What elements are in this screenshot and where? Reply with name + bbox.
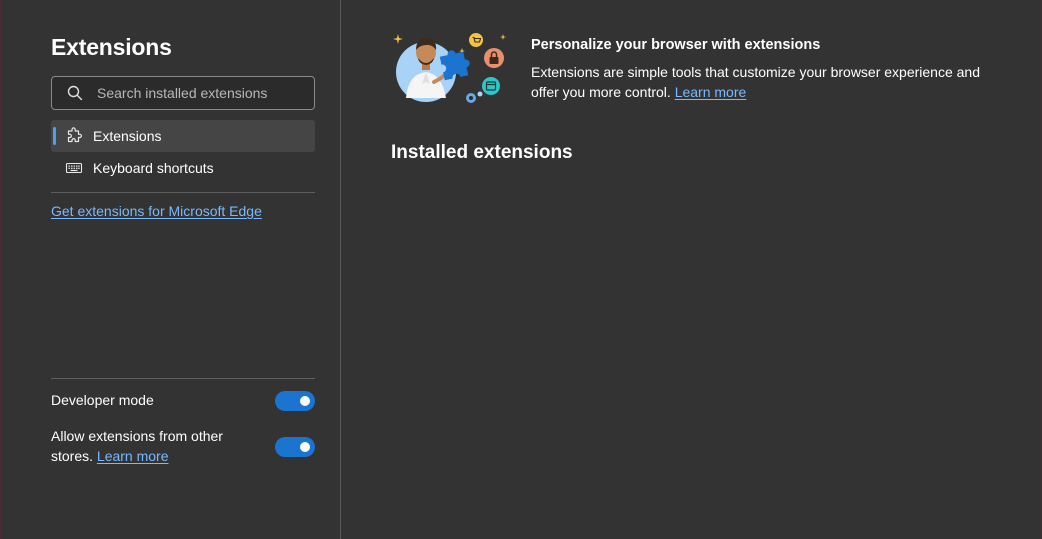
active-indicator: [53, 127, 56, 145]
other-stores-row: Allow extensions from other stores. Lear…: [51, 426, 315, 466]
sidebar-title: Extensions: [51, 34, 172, 60]
banner-description: Extensions are simple tools that customi…: [531, 62, 991, 102]
installed-extensions-heading: Installed extensions: [391, 142, 573, 163]
developer-mode-label: Developer mode: [51, 392, 154, 408]
banner-text: Extensions are simple tools that customi…: [531, 64, 980, 100]
banner-learn-more-link[interactable]: Learn more: [675, 84, 747, 100]
banner-title: Personalize your browser with extensions: [531, 37, 821, 53]
sidebar-divider: [51, 192, 315, 193]
keyboard-icon: [65, 159, 83, 177]
get-extensions-link[interactable]: Get extensions for Microsoft Edge: [51, 203, 262, 219]
other-stores-toggle[interactable]: [275, 437, 315, 457]
sidebar-divider: [51, 378, 315, 379]
puzzle-icon: [65, 127, 83, 145]
search-box[interactable]: [51, 76, 315, 110]
person-with-puzzle-illustration: [392, 28, 512, 108]
nav-item-label: Keyboard shortcuts: [93, 160, 214, 176]
developer-mode-toggle[interactable]: [275, 391, 315, 411]
search-input[interactable]: [97, 85, 314, 101]
nav-item-label: Extensions: [93, 128, 162, 144]
extensions-page: Extensions Extensions Keyboard shortcuts…: [0, 0, 1042, 539]
other-stores-learn-more-link[interactable]: Learn more: [97, 448, 169, 464]
other-stores-label: Allow extensions from other stores. Lear…: [51, 426, 241, 466]
sidebar: Extensions Extensions Keyboard shortcuts…: [1, 0, 341, 539]
developer-mode-row: Developer mode: [51, 390, 315, 411]
nav-item-extensions[interactable]: Extensions: [51, 120, 315, 152]
toggle-knob: [300, 442, 310, 452]
toggle-knob: [300, 396, 310, 406]
nav-item-keyboard-shortcuts[interactable]: Keyboard shortcuts: [51, 152, 315, 184]
main-content: Personalize your browser with extensions…: [342, 0, 1040, 539]
search-icon: [67, 85, 83, 101]
